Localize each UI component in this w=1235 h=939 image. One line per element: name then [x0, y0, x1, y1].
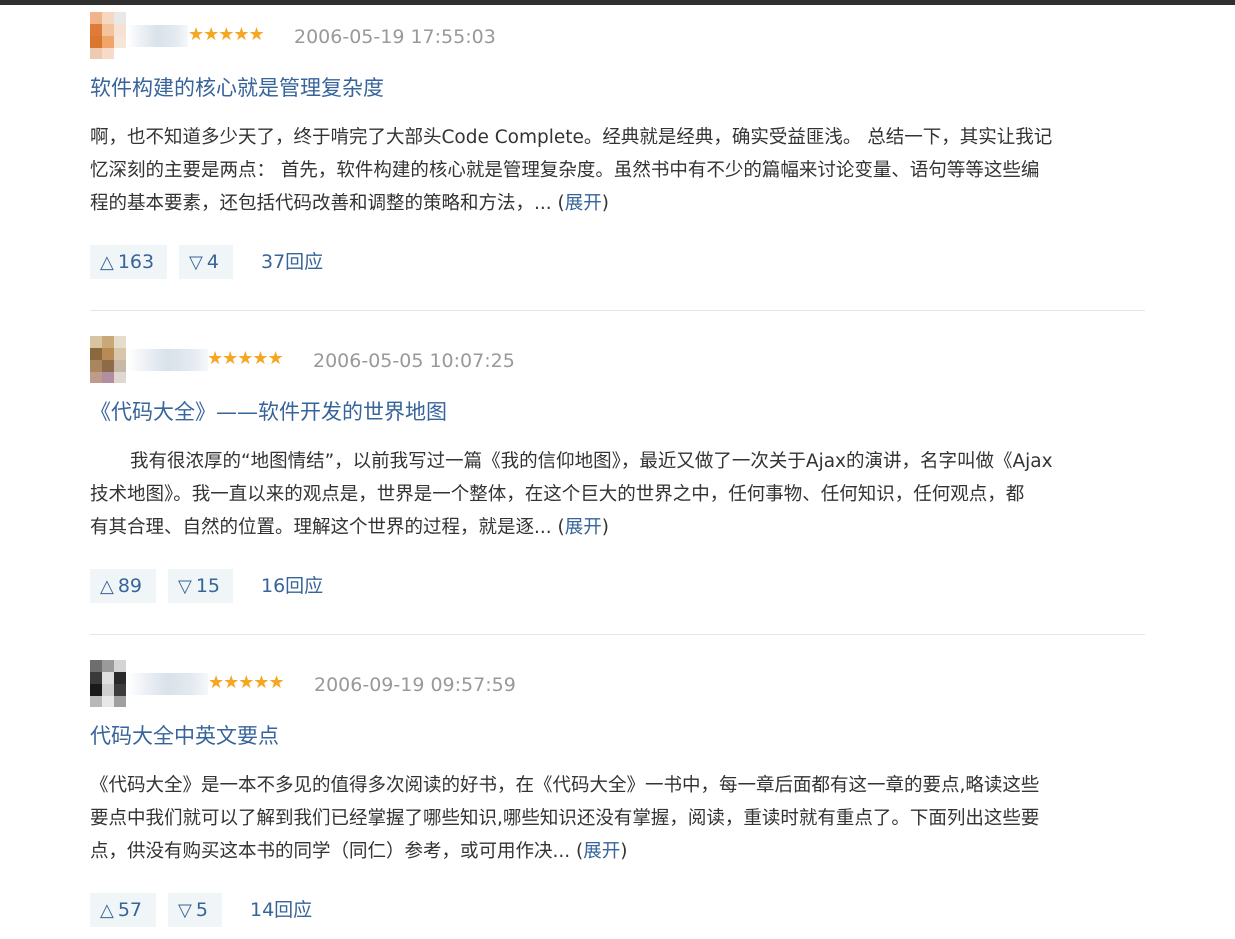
username-link[interactable] — [128, 673, 208, 695]
abstract-line-last: 程的基本要素，还包括代码改善和调整的策略和方法，... (展开) — [90, 187, 1150, 220]
triangle-down-icon: ▽ — [178, 900, 192, 921]
review-date[interactable]: 2006-05-05 10:07:25 — [313, 349, 515, 373]
review-header: ★★★★★ 2006-05-19 17:55:03 — [90, 12, 1145, 59]
abstract-line-first: 我有很浓厚的“地图情结”，以前我写过一篇《我的信仰地图》，最近又做了一次关于Aj… — [90, 445, 1150, 478]
review-title[interactable]: 代码大全中英文要点 — [90, 720, 1145, 752]
review-date[interactable]: 2006-09-19 09:57:59 — [314, 673, 516, 697]
abstract-line: 程的基本要素，还包括代码改善和调整的策略和方法，... — [90, 193, 558, 214]
review-item: ★★★★★ 2006-05-19 17:55:03 软件构建的核心就是管理复杂度… — [90, 12, 1145, 279]
abstract-line: 忆深刻的主要是两点： 首先，软件构建的核心就是管理复杂度。虽然书中有不少的篇幅来… — [90, 160, 1040, 181]
upvote-button[interactable]: △ 163 — [90, 245, 167, 279]
username-link[interactable] — [128, 349, 208, 371]
replies-link[interactable]: 14回应 — [250, 893, 312, 927]
abstract-line: 点，供没有购买这本书的同学（同仁）参考，或可用作决... — [90, 841, 577, 862]
review-abstract: 啊，也不知道多少天了，终于啃完了大部头Code Complete。经典就是经典，… — [90, 121, 1150, 220]
review-actions: △ 163 ▽ 4 37回应 — [90, 245, 1145, 279]
review-item: ★★★★★ 2006-05-05 10:07:25 《代码大全》——软件开发的世… — [90, 336, 1145, 603]
downvote-button[interactable]: ▽ 4 — [179, 245, 233, 279]
review-abstract: 我有很浓厚的“地图情结”，以前我写过一篇《我的信仰地图》，最近又做了一次关于Aj… — [90, 445, 1150, 544]
downvote-count: 15 — [195, 575, 221, 597]
expand-link[interactable]: 展开 — [583, 841, 620, 862]
rating-stars: ★★★★★ — [208, 672, 285, 693]
triangle-down-icon: ▽ — [189, 252, 203, 273]
downvote-count: 5 — [195, 899, 208, 921]
expand-paren-close: ) — [620, 841, 628, 862]
review-item: ★★★★★ 2006-09-19 09:57:59 代码大全中英文要点 《代码大… — [90, 660, 1145, 927]
abstract-line: 有其合理、自然的位置。理解这个世界的过程，就是逐... — [90, 517, 558, 538]
abstract-line: 《代码大全》是一本不多见的值得多次阅读的好书，在《代码大全》一书中，每一章后面都… — [90, 775, 1040, 796]
triangle-up-icon: △ — [100, 900, 114, 921]
expand-link[interactable]: 展开 — [565, 517, 602, 538]
review-header: ★★★★★ 2006-05-05 10:07:25 — [90, 336, 1145, 383]
review-title[interactable]: 软件构建的核心就是管理复杂度 — [90, 72, 1145, 104]
abstract-line: 我有很浓厚的“地图情结”，以前我写过一篇《我的信仰地图》，最近又做了一次关于Aj… — [130, 451, 1053, 472]
abstract-line-last: 有其合理、自然的位置。理解这个世界的过程，就是逐... (展开) — [90, 511, 1150, 544]
avatar[interactable] — [90, 336, 126, 383]
upvote-button[interactable]: △ 57 — [90, 893, 156, 927]
abstract-line: 啊，也不知道多少天了，终于啃完了大部头Code Complete。经典就是经典，… — [90, 127, 1053, 148]
abstract-line: 技术地图》。我一直以来的观点是，世界是一个整体，在这个巨大的世界之中，任何事物、… — [90, 484, 1025, 505]
expand-paren-close: ) — [601, 517, 609, 538]
review-date[interactable]: 2006-05-19 17:55:03 — [294, 25, 496, 49]
rating-stars: ★★★★★ — [188, 24, 265, 45]
expand-paren-open: ( — [557, 517, 565, 538]
username-link[interactable] — [128, 25, 188, 47]
upvote-count: 57 — [117, 899, 143, 921]
upvote-count: 89 — [117, 575, 143, 597]
review-title[interactable]: 《代码大全》——软件开发的世界地图 — [90, 396, 1145, 428]
triangle-down-icon: ▽ — [178, 576, 192, 597]
downvote-count: 4 — [206, 251, 219, 273]
replies-link[interactable]: 37回应 — [261, 245, 323, 279]
expand-link[interactable]: 展开 — [565, 193, 602, 214]
review-divider — [90, 634, 1145, 635]
abstract-line: 要点中我们就可以了解到我们已经掌握了哪些知识,哪些知识还没有掌握，阅读，重读时就… — [90, 808, 1040, 829]
top-bar — [0, 0, 1235, 5]
avatar[interactable] — [90, 660, 126, 707]
upvote-count: 163 — [117, 251, 155, 273]
review-actions: △ 57 ▽ 5 14回应 — [90, 893, 1145, 927]
review-actions: △ 89 ▽ 15 16回应 — [90, 569, 1145, 603]
replies-link[interactable]: 16回应 — [261, 569, 323, 603]
rating-stars: ★★★★★ — [207, 348, 284, 369]
downvote-button[interactable]: ▽ 15 — [168, 569, 233, 603]
expand-paren-open: ( — [557, 193, 565, 214]
expand-paren-close: ) — [601, 193, 609, 214]
upvote-button[interactable]: △ 89 — [90, 569, 156, 603]
review-divider — [90, 310, 1145, 311]
abstract-line-last: 点，供没有购买这本书的同学（同仁）参考，或可用作决... (展开) — [90, 835, 1150, 868]
review-header: ★★★★★ 2006-09-19 09:57:59 — [90, 660, 1145, 707]
triangle-up-icon: △ — [100, 576, 114, 597]
review-abstract: 《代码大全》是一本不多见的值得多次阅读的好书，在《代码大全》一书中，每一章后面都… — [90, 769, 1150, 868]
avatar[interactable] — [90, 12, 126, 59]
downvote-button[interactable]: ▽ 5 — [168, 893, 222, 927]
triangle-up-icon: △ — [100, 252, 114, 273]
